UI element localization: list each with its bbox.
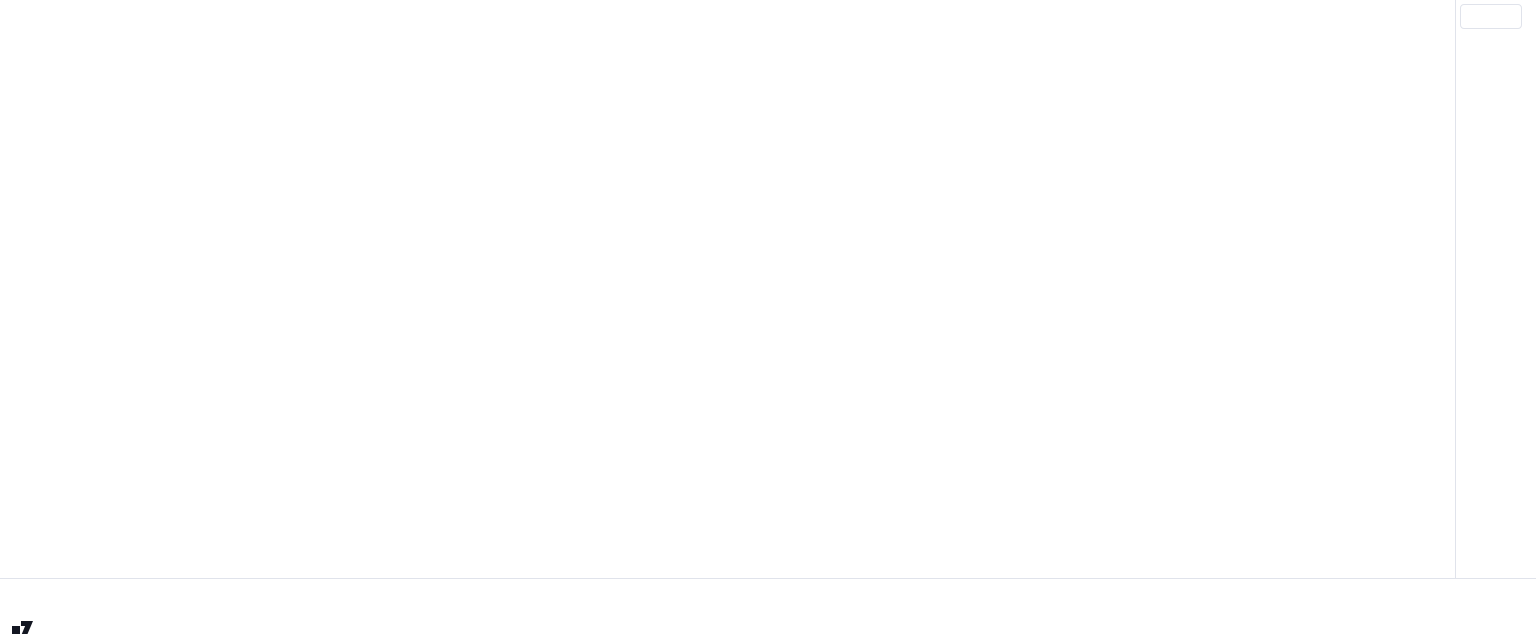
time-axis[interactable]: [0, 578, 1536, 612]
chart-legend: [12, 7, 70, 22]
currency-toggle-button[interactable]: [1460, 4, 1522, 29]
tradingview-chart-window: [0, 0, 1536, 644]
chart-canvas[interactable]: [0, 0, 1455, 578]
footer-bar: [0, 611, 1536, 644]
price-axis[interactable]: [1455, 0, 1536, 578]
ohlc-readout: [22, 7, 70, 22]
tradingview-logo-icon[interactable]: [12, 621, 33, 635]
